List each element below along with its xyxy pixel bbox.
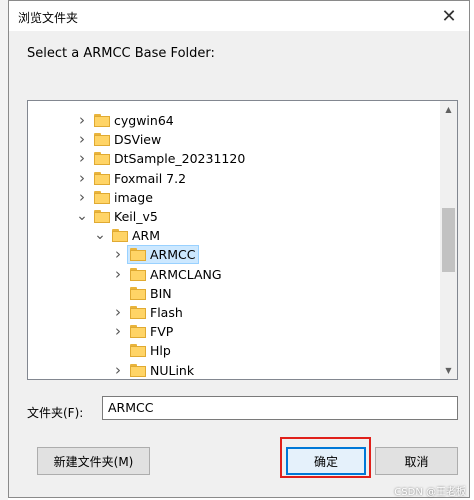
tree-item[interactable]: ⌄ ARM	[28, 226, 440, 245]
chevron-right-icon[interactable]: ›	[75, 111, 89, 129]
scroll-up-icon[interactable]: ▲	[440, 101, 457, 118]
tree-item[interactable]: › Foxmail 7.2	[28, 169, 440, 188]
tree-item-label: Hlp	[150, 343, 171, 359]
folder-icon	[94, 114, 110, 127]
tree-item[interactable]: › FVP	[28, 322, 440, 341]
folder-icon	[94, 210, 110, 223]
chevron-right-icon[interactable]: ›	[111, 245, 125, 263]
new-folder-button[interactable]: 新建文件夹(M)	[37, 447, 150, 475]
cancel-button[interactable]: 取消	[375, 447, 458, 475]
folder-icon	[130, 306, 146, 319]
tree-item-label: image	[114, 189, 153, 205]
folder-field-label: 文件夹(F):	[27, 406, 84, 420]
tree-item[interactable]: › ARMCC	[28, 245, 440, 265]
title-bar: 浏览文件夹 ✕	[9, 1, 469, 31]
chevron-right-icon[interactable]: ›	[111, 303, 125, 321]
tree-item[interactable]: › Flash	[28, 303, 440, 322]
tree-item[interactable]: › DSView	[28, 130, 440, 149]
chevron-right-icon[interactable]: ›	[75, 188, 89, 206]
folder-icon	[130, 344, 146, 358]
chevron-right-icon[interactable]: ›	[111, 322, 125, 340]
browse-folder-dialog: 浏览文件夹 ✕ Select a ARMCC Base Folder: ▲ ▼ …	[8, 0, 470, 498]
tree-item[interactable]: › NULink	[28, 361, 440, 379]
chevron-right-icon[interactable]: ›	[75, 149, 89, 167]
tree-item-label: FVP	[150, 324, 174, 340]
folder-icon	[130, 325, 146, 339]
tree-item-label: Foxmail 7.2	[114, 170, 187, 186]
tree-scrollbar[interactable]: ▲ ▼	[440, 101, 457, 379]
tree-item-label: Flash	[150, 305, 183, 320]
scroll-down-icon[interactable]: ▼	[440, 362, 457, 379]
tree-item-label: DSView	[114, 132, 162, 148]
folder-tree[interactable]: ▲ ▼ › cygwin64 › DSView › DtSample_20231120 › F…	[27, 100, 458, 380]
tree-item-label: cygwin64	[114, 113, 174, 128]
ok-highlight-box	[280, 437, 371, 478]
folder-icon	[130, 286, 146, 300]
folder-icon	[94, 133, 110, 147]
tree-item-label: ARMCC	[150, 247, 196, 263]
tree-item-label: Keil_v5	[114, 209, 158, 224]
tree-item[interactable]: BIN	[28, 284, 440, 303]
folder-name-input[interactable]: ARMCC	[102, 396, 458, 420]
tree-item[interactable]: Hlp	[28, 341, 440, 360]
chevron-right-icon[interactable]: ›	[111, 265, 125, 283]
folder-icon	[130, 267, 146, 281]
window-title: 浏览文件夹	[18, 11, 79, 25]
tree-item-label: NULink	[150, 362, 195, 378]
chevron-right-icon[interactable]: ›	[75, 130, 89, 148]
folder-icon	[112, 229, 128, 243]
folder-icon	[94, 152, 110, 166]
folder-icon	[130, 363, 146, 377]
chevron-down-icon[interactable]: ⌄	[75, 208, 89, 224]
folder-icon	[94, 171, 110, 185]
chevron-right-icon[interactable]: ›	[111, 361, 125, 379]
scroll-thumb[interactable]	[442, 208, 455, 272]
background-window-edge	[0, 0, 8, 500]
chevron-down-icon[interactable]: ⌄	[93, 227, 107, 243]
tree-item-label: BIN	[150, 285, 172, 301]
tree-item[interactable]: › cygwin64	[28, 111, 440, 130]
tree-item[interactable]: › image	[28, 188, 440, 207]
dialog-prompt: Select a ARMCC Base Folder:	[27, 46, 215, 61]
folder-icon	[130, 248, 146, 262]
tree-item-label: ARM	[132, 228, 161, 244]
tree-item[interactable]: › ARMCLANG	[28, 265, 440, 284]
folder-icon	[94, 190, 110, 204]
chevron-right-icon[interactable]: ›	[75, 169, 89, 187]
close-icon[interactable]: ✕	[435, 5, 463, 27]
watermark-text: CSDN @王老板	[394, 487, 466, 498]
tree-item-label: DtSample_20231120	[114, 151, 246, 167]
tree-item[interactable]: › DtSample_20231120	[28, 149, 440, 168]
tree-item[interactable]: ⌄ Keil_v5	[28, 207, 440, 226]
tree-item-label: ARMCLANG	[150, 266, 222, 282]
